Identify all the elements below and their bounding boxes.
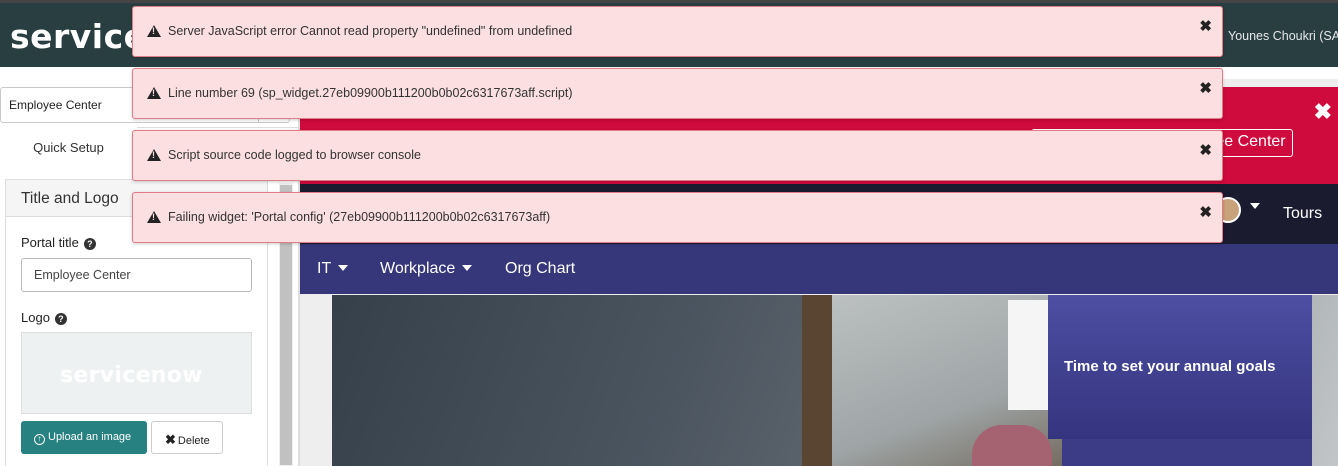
upload-image-button[interactable]: ↑ Upload an image <box>21 421 147 454</box>
error-alert: Line number 69 (sp_widget.27eb09900b1112… <box>132 68 1223 119</box>
error-message: Failing widget: 'Portal config' (27eb099… <box>168 210 551 224</box>
goal-card[interactable]: Time to set your annual goals <box>1048 295 1312 439</box>
close-icon[interactable]: ✖ <box>1199 79 1212 97</box>
menu-item-workplace[interactable]: Workplace <box>380 260 473 278</box>
close-icon[interactable]: ✖ <box>1199 203 1212 221</box>
menu-item-org-chart[interactable]: Org Chart <box>505 260 575 278</box>
close-icon[interactable]: ✖ <box>1199 17 1212 35</box>
help-icon[interactable]: ? <box>83 238 96 250</box>
error-alert: Server JavaScript error Cannot read prop… <box>132 6 1223 57</box>
portal-title-input[interactable]: Employee Center <box>21 258 252 292</box>
goal-card-title: Time to set your annual goals <box>1064 358 1276 375</box>
close-icon[interactable]: ✖ <box>1199 141 1212 159</box>
portal-title-label: Portal title? <box>21 235 96 250</box>
tours-link[interactable]: Tours <box>1283 205 1322 223</box>
warning-icon <box>147 149 161 161</box>
logo-preview-image: servicenow <box>60 363 203 388</box>
error-alert: Script source code logged to browser con… <box>132 130 1223 181</box>
upload-label: Upload an image <box>48 431 132 443</box>
secondary-card[interactable] <box>1062 439 1312 466</box>
hero-desk-edge <box>802 295 832 466</box>
menu-item-label: Workplace <box>380 260 456 277</box>
user-menu[interactable]: Younes Choukri (SA <box>1228 29 1338 43</box>
delete-logo-button[interactable]: ✖ Delete <box>151 421 223 454</box>
menu-item-it[interactable]: IT <box>317 260 349 278</box>
close-icon[interactable]: ✖ <box>1314 99 1332 125</box>
error-alert: Failing widget: 'Portal config' (27eb099… <box>132 192 1223 243</box>
chevron-down-icon <box>338 265 349 271</box>
upload-icon: ↑ <box>34 434 45 445</box>
warning-icon <box>147 25 161 37</box>
logo-label: Logo? <box>21 310 67 325</box>
warning-icon <box>147 87 161 99</box>
help-icon[interactable]: ? <box>54 313 67 325</box>
error-message: Line number 69 (sp_widget.27eb09900b1112… <box>168 86 573 100</box>
chevron-down-icon[interactable] <box>1250 203 1260 209</box>
error-message: Server JavaScript error Cannot read prop… <box>168 24 573 38</box>
tab-quick-setup[interactable]: Quick Setup <box>0 127 137 167</box>
logo-preview: servicenow <box>21 332 252 414</box>
delete-label: Delete <box>177 435 210 447</box>
hero-person <box>972 425 1052 466</box>
portal-title-label-text: Portal title <box>21 235 79 250</box>
hero-paper <box>1008 300 1048 410</box>
chevron-down-icon <box>462 265 473 271</box>
warning-icon <box>147 211 161 223</box>
tab-divider <box>137 127 298 128</box>
logo-label-text: Logo <box>21 310 50 325</box>
error-message: Script source code logged to browser con… <box>168 148 421 162</box>
menu-item-label: Org Chart <box>505 260 576 277</box>
close-icon: ✖ <box>165 432 176 447</box>
menu-item-label: IT <box>317 260 332 277</box>
